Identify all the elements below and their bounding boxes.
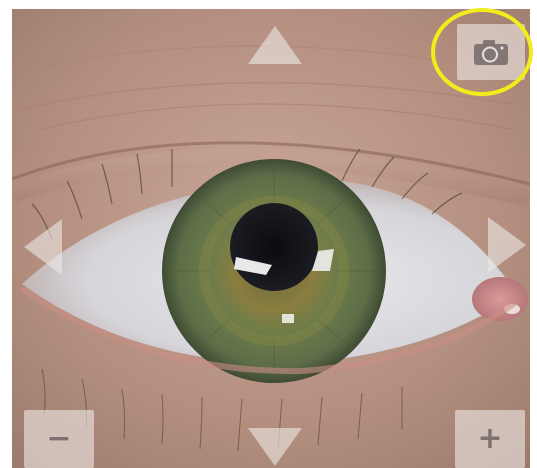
zoom-out-label: − (46, 421, 72, 456)
triangle-up-icon (248, 26, 302, 64)
triangle-right-icon (488, 217, 526, 273)
pan-up-button[interactable] (246, 24, 304, 66)
live-camera-view[interactable]: − + (12, 9, 530, 468)
triangle-down-icon (248, 428, 302, 466)
triangle-left-icon (24, 219, 62, 275)
zoom-in-label: + (477, 421, 503, 456)
camera-icon (457, 24, 525, 80)
capture-photo-button[interactable] (457, 24, 525, 80)
zoom-in-button[interactable]: + (455, 410, 525, 468)
zoom-out-button[interactable]: − (24, 410, 94, 468)
pan-down-button[interactable] (246, 426, 304, 468)
pan-left-button[interactable] (22, 217, 64, 277)
eye-photo (12, 9, 530, 468)
camera-frame: − + (0, 0, 537, 468)
pan-right-button[interactable] (486, 215, 528, 275)
